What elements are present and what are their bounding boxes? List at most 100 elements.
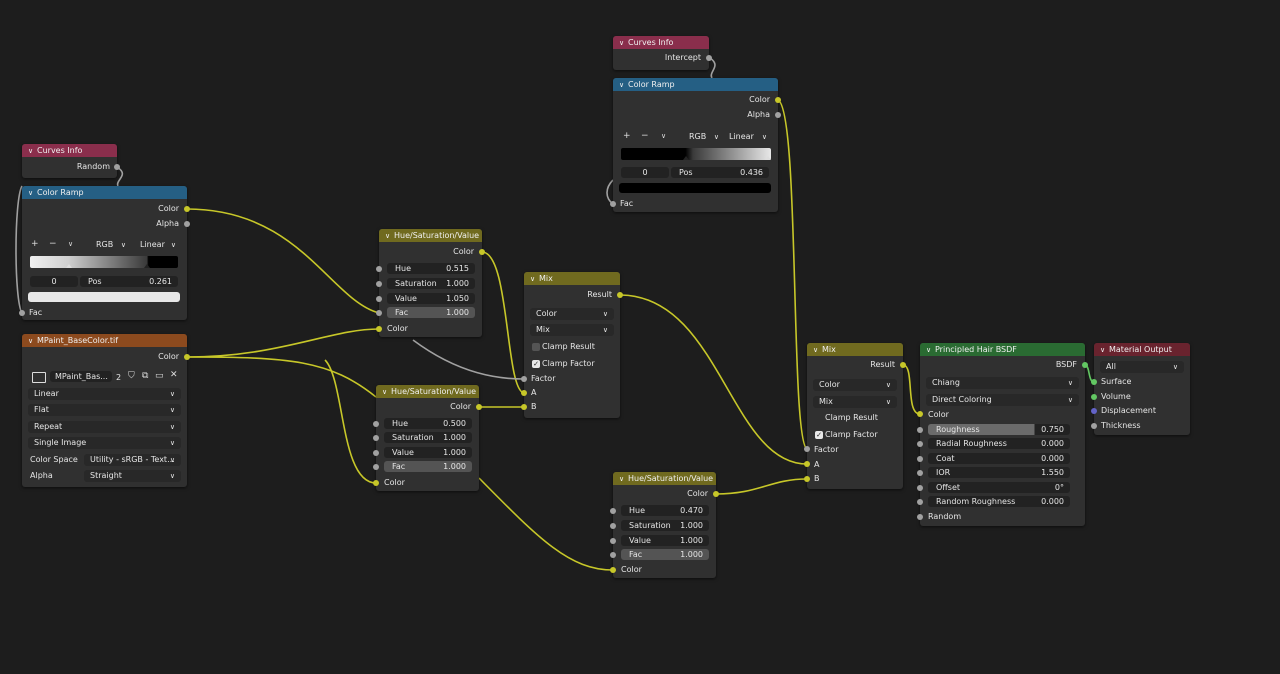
fac-field[interactable]: Fac 1.000	[384, 461, 472, 472]
ramp-menu-button[interactable]: ∨	[661, 132, 666, 140]
input-socket-value[interactable]	[610, 538, 616, 544]
node-header[interactable]: ∨ Hue/Saturation/Value	[376, 385, 479, 398]
ramp-stop-marker[interactable]	[765, 156, 771, 160]
node-mix-1[interactable]: ∨ Mix Result Color ∨ Mix ∨ Clamp Result ✓ C…	[521, 272, 623, 418]
stop-color-swatch[interactable]	[619, 183, 771, 193]
color-ramp-gradient[interactable]	[621, 148, 771, 160]
input-socket-random[interactable]	[917, 514, 923, 520]
output-socket-result[interactable]	[900, 362, 906, 368]
image-name-field[interactable]: MPaint_Bas...	[50, 371, 112, 382]
blend-mode-select[interactable]: Mix ∨	[813, 396, 897, 408]
input-socket-color[interactable]	[610, 567, 616, 573]
output-socket-bsdf[interactable]	[1082, 362, 1088, 368]
alpha-select[interactable]: Straight ∨	[84, 470, 181, 482]
input-socket-color[interactable]	[376, 326, 382, 332]
shield-icon[interactable]: ⛉	[128, 371, 135, 381]
hue-field[interactable]: Hue 0.500	[384, 418, 472, 429]
input-socket-roughness[interactable]	[917, 427, 923, 433]
data-type-select[interactable]: Color ∨	[530, 308, 614, 320]
target-select[interactable]: All ∨	[1100, 361, 1184, 373]
node-header[interactable]: ∨ Hue/Saturation/Value	[613, 472, 716, 485]
node-header[interactable]: ∨ Color Ramp	[613, 78, 778, 91]
node-header[interactable]: ∨ Mix	[807, 343, 903, 356]
stop-position-field[interactable]: Pos 0.261	[80, 276, 178, 287]
output-socket-color[interactable]	[775, 97, 781, 103]
clamp-factor-checkbox[interactable]: ✓	[532, 360, 540, 368]
node-header[interactable]: ∨ Curves Info	[613, 36, 709, 49]
input-socket-saturation[interactable]	[376, 281, 382, 287]
fac-field[interactable]: Fac 1.000	[621, 549, 709, 560]
output-socket[interactable]	[114, 164, 120, 170]
output-socket-color[interactable]	[476, 404, 482, 410]
input-socket-value[interactable]	[373, 450, 379, 456]
input-socket-fac[interactable]	[610, 552, 616, 558]
random-roughness-field[interactable]: Random Roughness 0.000	[928, 496, 1070, 507]
node-color-ramp-1[interactable]: ∨ Color Ramp Color Alpha + − ∨ RGB ∨ Linea…	[19, 186, 190, 320]
input-socket-a[interactable]	[521, 390, 527, 396]
input-socket-factor[interactable]	[804, 446, 810, 452]
ramp-menu-button[interactable]: ∨	[68, 240, 73, 248]
close-icon[interactable]: ✕	[170, 370, 178, 380]
radial-roughness-field[interactable]: Radial Roughness 0.000	[928, 438, 1070, 449]
saturation-field[interactable]: Saturation 1.000	[384, 432, 472, 443]
chevron-down-icon[interactable]: ∨	[619, 37, 628, 49]
color-mode-select[interactable]: RGB ∨	[677, 131, 725, 143]
input-socket-fac[interactable]	[373, 464, 379, 470]
clamp-result-checkbox[interactable]	[532, 343, 540, 351]
output-socket-color[interactable]	[713, 491, 719, 497]
input-socket-value[interactable]	[376, 296, 382, 302]
node-hue-sat-value-3[interactable]: ∨ Hue/Saturation/Value Color Hue 0.470 Sat…	[610, 472, 719, 578]
chevron-down-icon[interactable]: ∨	[813, 344, 822, 356]
input-socket-color[interactable]	[917, 411, 923, 417]
source-select[interactable]: Single Image ∨	[28, 437, 181, 449]
hue-field[interactable]: Hue 0.470	[621, 505, 709, 516]
input-socket-color[interactable]	[373, 480, 379, 486]
input-socket-b[interactable]	[804, 476, 810, 482]
clamp-result-checkbox[interactable]	[815, 414, 823, 422]
node-header[interactable]: ∨ Color Ramp	[22, 186, 187, 199]
blend-mode-select[interactable]: Mix ∨	[530, 324, 614, 336]
chevron-down-icon[interactable]: ∨	[926, 344, 935, 356]
extension-select[interactable]: Repeat ∨	[28, 421, 181, 433]
add-stop-button[interactable]: +	[31, 239, 39, 249]
node-header[interactable]: ∨ Curves Info	[22, 144, 117, 157]
node-hue-sat-value-2[interactable]: ∨ Hue/Saturation/Value Color Hue 0.500 Sat…	[373, 385, 482, 491]
node-material-output[interactable]: ∨ Material Output All ∨ Surface Volume Dis…	[1091, 343, 1190, 435]
input-socket-fac[interactable]	[19, 310, 25, 316]
output-socket-alpha[interactable]	[184, 221, 190, 227]
remove-stop-button[interactable]: −	[49, 239, 57, 249]
ior-field[interactable]: IOR 1.550	[928, 467, 1070, 478]
offset-field[interactable]: Offset 0°	[928, 482, 1070, 493]
input-socket-fac[interactable]	[376, 310, 382, 316]
node-mix-2[interactable]: ∨ Mix Result Color ∨ Mix ∨ Clamp Result ✓ C…	[804, 343, 906, 489]
folder-icon[interactable]: ▭	[155, 371, 164, 381]
value-field[interactable]: Value 1.050	[387, 293, 475, 304]
output-socket-result[interactable]	[617, 292, 623, 298]
roughness-field[interactable]: Roughness 0.750	[928, 424, 1070, 435]
chevron-down-icon[interactable]: ∨	[28, 335, 37, 347]
input-socket-a[interactable]	[804, 461, 810, 467]
node-color-ramp-2[interactable]: ∨ Color Ramp Color Alpha + − ∨ RGB ∨ Linea…	[610, 78, 781, 212]
chevron-down-icon[interactable]: ∨	[28, 187, 37, 199]
interpolation-select[interactable]: Linear ∨	[723, 131, 773, 143]
value-field[interactable]: Value 1.000	[384, 447, 472, 458]
coat-field[interactable]: Coat 0.000	[928, 453, 1070, 464]
output-socket-color[interactable]	[184, 206, 190, 212]
node-image-texture[interactable]: ∨ MPaint_BaseColor.tif Color MPaint_Bas..…	[22, 334, 190, 487]
chevron-down-icon[interactable]: ∨	[385, 230, 394, 242]
saturation-field[interactable]: Saturation 1.000	[387, 278, 475, 289]
chevron-down-icon[interactable]: ∨	[619, 473, 628, 485]
input-socket-displacement[interactable]	[1091, 408, 1097, 414]
input-socket-coat[interactable]	[917, 456, 923, 462]
input-socket-hue[interactable]	[373, 421, 379, 427]
node-header[interactable]: ∨ MPaint_BaseColor.tif	[22, 334, 187, 347]
input-socket-fac[interactable]	[610, 201, 616, 207]
color-ramp-gradient[interactable]	[30, 256, 178, 268]
interpolation-select[interactable]: Linear ∨	[28, 388, 181, 400]
output-socket-alpha[interactable]	[775, 112, 781, 118]
value-field[interactable]: Value 1.000	[621, 535, 709, 546]
data-type-select[interactable]: Color ∨	[813, 379, 897, 391]
ramp-stop-marker[interactable]	[144, 264, 150, 268]
input-socket-saturation[interactable]	[610, 523, 616, 529]
node-hue-sat-value-1[interactable]: ∨ Hue/Saturation/Value Color Hue 0.515 Sat…	[376, 229, 485, 337]
